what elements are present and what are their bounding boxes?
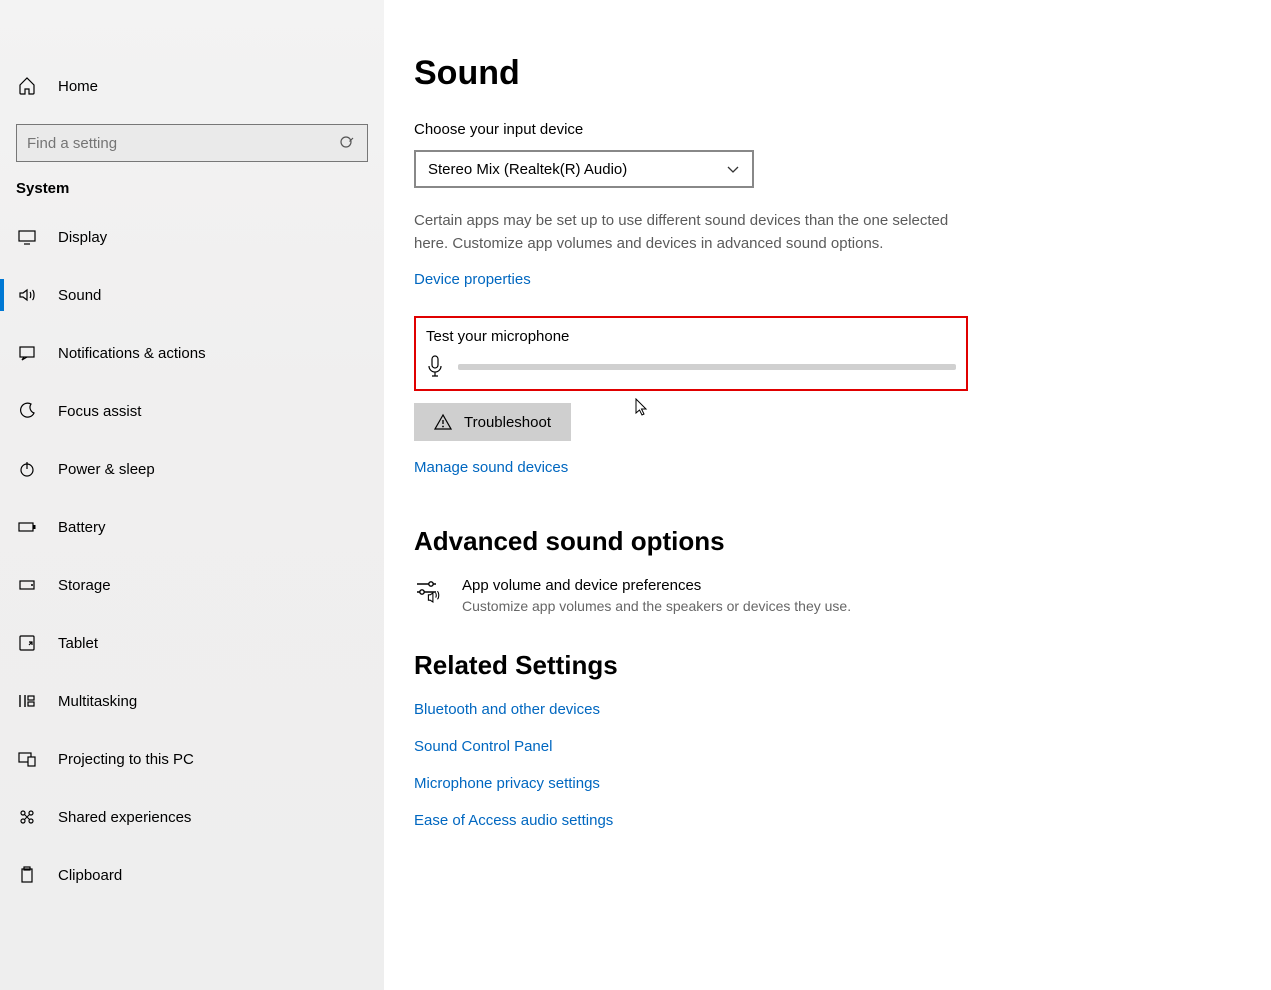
sidebar-item-label: Notifications & actions — [58, 345, 206, 362]
test-mic-label: Test your microphone — [426, 328, 956, 345]
sidebar-item-tablet[interactable]: Tablet — [0, 619, 384, 667]
sidebar-item-label: Clipboard — [58, 867, 122, 884]
input-device-description: Certain apps may be set up to use differ… — [414, 210, 974, 255]
main-content: Sound Choose your input device Stereo Mi… — [384, 0, 1271, 990]
sidebar-item-label: Power & sleep — [58, 461, 155, 478]
storage-icon — [16, 574, 38, 596]
related-links: Bluetooth and other devices Sound Control… — [414, 701, 1241, 829]
sidebar: Home System Display Sound Notifications & … — [0, 0, 384, 990]
sidebar-item-power-sleep[interactable]: Power & sleep — [0, 445, 384, 493]
sidebar-item-label: Sound — [58, 287, 101, 304]
sidebar-item-multitasking[interactable]: Multitasking — [0, 677, 384, 725]
notifications-icon — [16, 342, 38, 364]
sidebar-item-label: Focus assist — [58, 403, 141, 420]
focus-assist-icon — [16, 400, 38, 422]
page-title: Sound — [414, 54, 1241, 93]
sidebar-item-label: Projecting to this PC — [58, 751, 194, 768]
sidebar-item-sound[interactable]: Sound — [0, 271, 384, 319]
sidebar-item-label: Storage — [58, 577, 111, 594]
home-icon — [16, 75, 38, 97]
test-microphone-section: Test your microphone — [414, 316, 968, 391]
projecting-icon — [16, 748, 38, 770]
sidebar-item-shared-experiences[interactable]: Shared experiences — [0, 793, 384, 841]
power-sleep-icon — [16, 458, 38, 480]
mic-level-bar — [458, 364, 956, 370]
microphone-icon — [426, 355, 444, 379]
search-box[interactable] — [16, 124, 368, 162]
sliders-icon — [414, 577, 444, 607]
sidebar-item-label: Shared experiences — [58, 809, 191, 826]
related-heading: Related Settings — [414, 650, 1241, 681]
sound-icon — [16, 284, 38, 306]
troubleshoot-button[interactable]: Troubleshoot — [414, 403, 571, 441]
multitasking-icon — [16, 690, 38, 712]
search-icon — [339, 135, 355, 151]
troubleshoot-label: Troubleshoot — [464, 414, 551, 431]
pref-desc: Customize app volumes and the speakers o… — [462, 598, 851, 614]
input-device-value: Stereo Mix (Realtek(R) Audio) — [428, 161, 627, 178]
related-link-3[interactable]: Ease of Access audio settings — [414, 812, 1241, 829]
device-properties-link[interactable]: Device properties — [414, 271, 531, 288]
sidebar-item-projecting[interactable]: Projecting to this PC — [0, 735, 384, 783]
sidebar-item-label: Battery — [58, 519, 106, 536]
sidebar-item-clipboard[interactable]: Clipboard — [0, 851, 384, 899]
section-system-label: System — [0, 180, 384, 213]
sidebar-item-label: Display — [58, 229, 107, 246]
app-volume-preferences[interactable]: App volume and device preferences Custom… — [414, 577, 1241, 614]
input-device-label: Choose your input device — [414, 121, 1241, 138]
clipboard-icon — [16, 864, 38, 886]
related-link-2[interactable]: Microphone privacy settings — [414, 775, 1241, 792]
display-icon — [16, 226, 38, 248]
shared-experiences-icon — [16, 806, 38, 828]
advanced-heading: Advanced sound options — [414, 526, 1241, 557]
warning-icon — [434, 413, 452, 431]
sidebar-item-label: Multitasking — [58, 693, 137, 710]
pref-title: App volume and device preferences — [462, 577, 851, 594]
manage-sound-devices-link[interactable]: Manage sound devices — [414, 459, 568, 476]
sidebar-item-label: Tablet — [58, 635, 98, 652]
sidebar-item-focus-assist[interactable]: Focus assist — [0, 387, 384, 435]
sidebar-item-battery[interactable]: Battery — [0, 503, 384, 551]
home-label: Home — [58, 78, 98, 95]
sidebar-item-display[interactable]: Display — [0, 213, 384, 261]
sidebar-item-notifications[interactable]: Notifications & actions — [0, 329, 384, 377]
sidebar-item-storage[interactable]: Storage — [0, 561, 384, 609]
tablet-icon — [16, 632, 38, 654]
nav-list: Display Sound Notifications & actions Focus… — [0, 213, 384, 899]
related-link-0[interactable]: Bluetooth and other devices — [414, 701, 1241, 718]
related-link-1[interactable]: Sound Control Panel — [414, 738, 1241, 755]
input-device-dropdown[interactable]: Stereo Mix (Realtek(R) Audio) — [414, 150, 754, 188]
chevron-down-icon — [726, 162, 740, 176]
search-input[interactable] — [27, 135, 357, 152]
home-nav[interactable]: Home — [0, 60, 384, 112]
battery-icon — [16, 516, 38, 538]
